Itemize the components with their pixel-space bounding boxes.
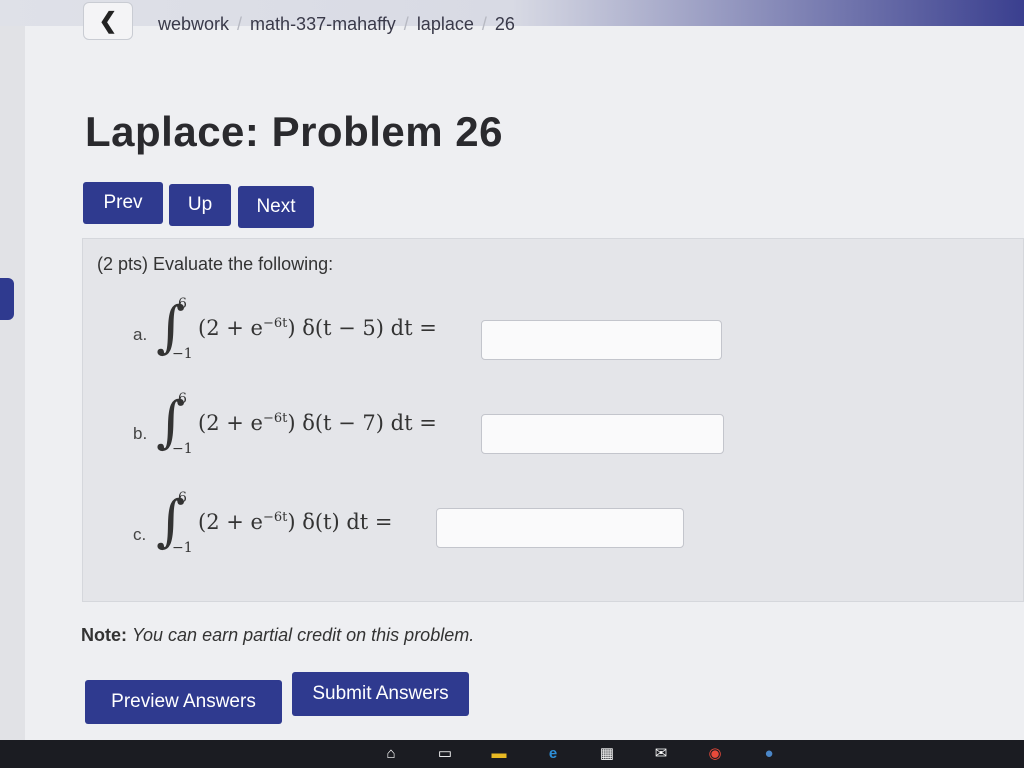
- taskbar-window-icon[interactable]: ▭: [434, 742, 456, 764]
- problem-intro: (2 pts) Evaluate the following:: [97, 254, 334, 274]
- partial-credit-note: Note: You can earn partial credit on thi…: [81, 625, 474, 646]
- breadcrumb-separator: /: [237, 14, 243, 34]
- breadcrumb-item-set[interactable]: laplace: [417, 14, 474, 35]
- submit-answers-button[interactable]: Submit Answers: [292, 672, 469, 716]
- part-a-label: a.: [133, 325, 148, 344]
- breadcrumb-item-problem: 26: [494, 14, 515, 34]
- integrand: (2 + e−6t) δ(t − 7) dt =: [198, 411, 437, 435]
- side-panel-tab[interactable]: [0, 278, 14, 320]
- prev-button[interactable]: Prev: [83, 182, 163, 224]
- mail-icon[interactable]: ✉: [650, 742, 672, 764]
- upper-limit: 6: [178, 296, 187, 312]
- left-margin: [0, 0, 25, 740]
- lower-limit: −1: [172, 441, 193, 457]
- breadcrumb-item-webwork[interactable]: webwork: [158, 14, 229, 35]
- integrand: (2 + e−6t) δ(t − 5) dt =: [198, 316, 437, 340]
- chevron-left-icon: ❮: [98, 8, 118, 33]
- up-button[interactable]: Up: [169, 184, 231, 226]
- next-button[interactable]: Next: [238, 186, 314, 228]
- upper-limit: 6: [178, 391, 187, 407]
- breadcrumb-item-course[interactable]: math-337-mahaffy: [250, 14, 396, 35]
- lower-limit: −1: [172, 346, 193, 362]
- answer-input-a[interactable]: [481, 320, 722, 360]
- answer-input-c[interactable]: [436, 508, 684, 548]
- part-b-label: b.: [133, 424, 148, 443]
- upper-limit: 6: [178, 490, 187, 506]
- store-icon[interactable]: ▦: [596, 742, 618, 764]
- task-view-icon[interactable]: ⌂: [380, 742, 402, 764]
- answer-input-b[interactable]: [481, 414, 724, 454]
- back-button[interactable]: ❮: [83, 2, 133, 40]
- lower-limit: −1: [172, 540, 193, 556]
- breadcrumb: webwork / math-337-mahaffy / laplace / 2…: [158, 14, 515, 35]
- breadcrumb-separator: /: [403, 14, 409, 34]
- note-label: Note:: [81, 625, 127, 645]
- chrome-icon[interactable]: ◉: [704, 742, 726, 764]
- edge-browser-icon[interactable]: e: [542, 742, 564, 764]
- file-explorer-icon[interactable]: ▬: [488, 742, 510, 764]
- page-title: Laplace: Problem 26: [85, 108, 503, 155]
- breadcrumb-separator: /: [481, 14, 487, 34]
- note-text: You can earn partial credit on this prob…: [132, 625, 475, 645]
- part-c-label: c.: [133, 525, 147, 544]
- taskbar-icons: ⌂ ▭ ▬ e ▦ ✉ ◉ ●: [380, 742, 780, 764]
- globe-icon[interactable]: ●: [758, 742, 780, 764]
- preview-answers-button[interactable]: Preview Answers: [85, 680, 282, 724]
- integrand: (2 + e−6t) δ(t) dt =: [198, 510, 393, 534]
